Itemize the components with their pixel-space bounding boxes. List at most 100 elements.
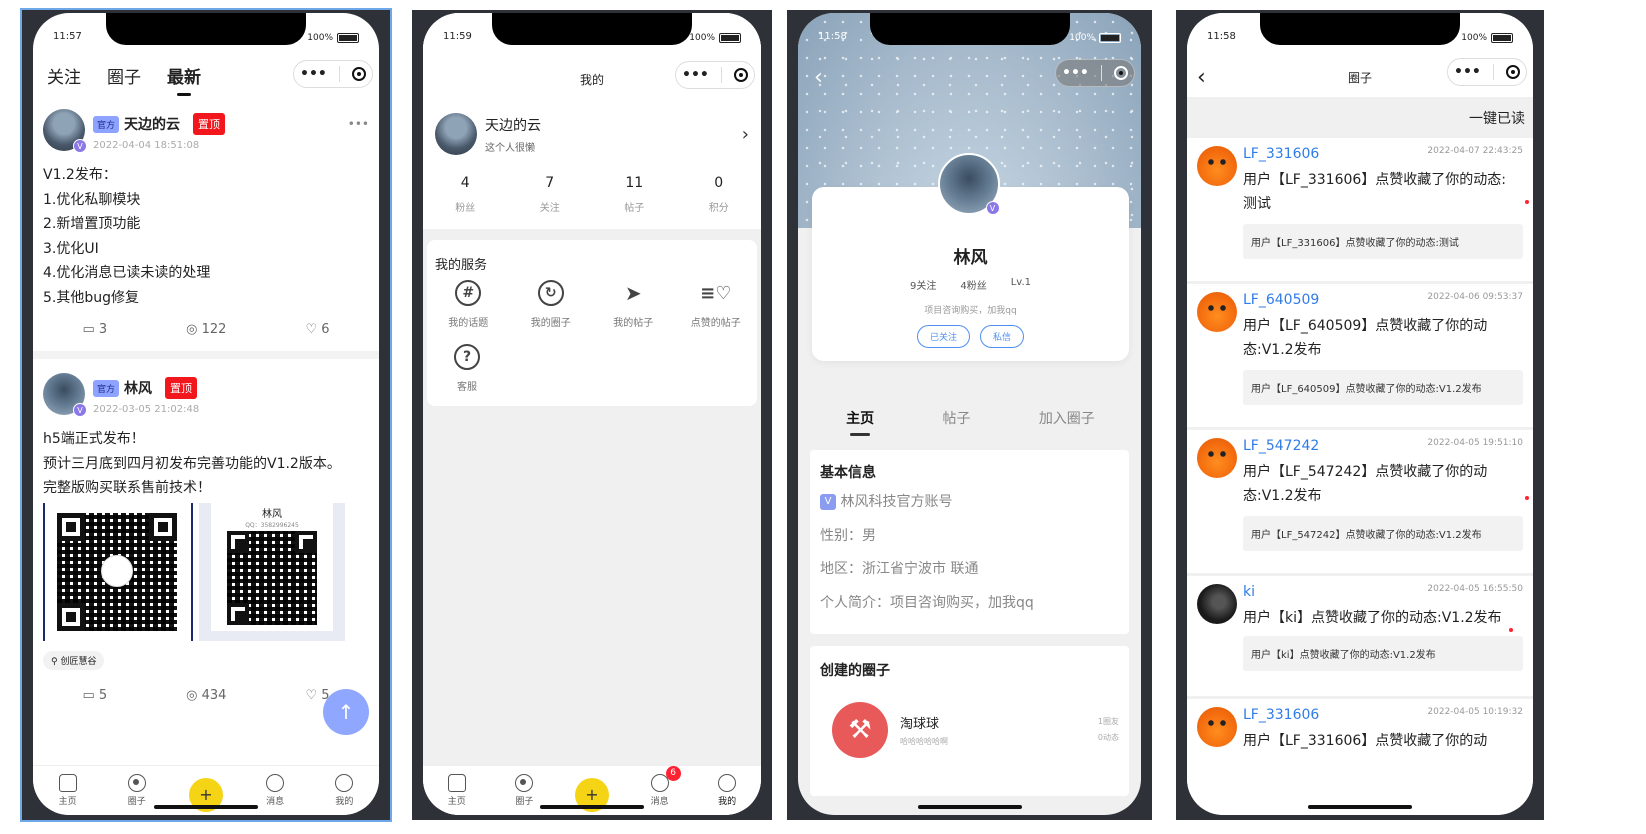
tab-mine[interactable]: 我的: [319, 774, 369, 807]
avatar[interactable]: [1197, 146, 1237, 186]
followed-button[interactable]: 已关注: [916, 325, 970, 348]
tab-messages[interactable]: 6 消息: [635, 766, 685, 807]
mini-program-capsule[interactable]: •••: [1055, 59, 1135, 87]
services-card: 我的服务 # 我的话题 ↻ 我的圈子 ➤ 我的帖子 ≡♡ 点赞的帖子 ? 客服: [427, 240, 757, 406]
tab-home-page[interactable]: 主页: [846, 408, 874, 436]
stat-follows[interactable]: 7 关注: [540, 175, 560, 214]
user-icon: [335, 774, 354, 792]
circle-icon: [127, 774, 146, 792]
post-content[interactable]: h5端正式发布！ 预计三月底到四月初发布完善功能的V1.2版本。 完整版购买联系…: [43, 427, 369, 501]
post-card[interactable]: V 官方 天边的云 置顶 ••• 2022-04-04 18:51:08 V1.…: [33, 109, 379, 359]
notification-user[interactable]: LF_547242: [1243, 438, 1319, 454]
profile-row[interactable]: 天边的云 这个人很懒 ›: [435, 113, 749, 155]
mini-program-capsule[interactable]: •••: [675, 61, 755, 89]
user-icon: [718, 774, 737, 792]
scroll-top-button[interactable]: ↑: [323, 689, 369, 735]
message-button[interactable]: 私信: [980, 325, 1025, 348]
fans-count[interactable]: 4粉丝: [960, 277, 986, 292]
battery-percent: 100%: [307, 33, 333, 43]
comment-count[interactable]: ▭ 5: [82, 688, 107, 703]
close-target-icon[interactable]: [1113, 66, 1128, 80]
back-arrow-icon[interactable]: ‹: [814, 65, 823, 90]
post-content[interactable]: V1.2发布： 1.优化私聊模块 2.新增置顶功能 3.优化UI 4.优化消息已…: [43, 163, 369, 310]
battery-percent: 100%: [689, 33, 715, 43]
service-support[interactable]: ? 客服: [427, 344, 507, 393]
avatar[interactable]: [1197, 438, 1237, 478]
like-count[interactable]: ♡ 6: [305, 322, 329, 337]
qr-card-image[interactable]: 林风 QQ：3582996245: [199, 502, 345, 641]
more-dots-icon[interactable]: •••: [300, 66, 327, 82]
author-name[interactable]: 天边的云: [124, 114, 180, 134]
more-dots-icon[interactable]: •••: [1454, 64, 1481, 80]
service-my-topics[interactable]: # 我的话题: [428, 280, 508, 329]
services-row-2: ? 客服: [427, 344, 507, 393]
scan-icon: [101, 554, 133, 587]
close-target-icon[interactable]: [351, 67, 366, 81]
tab-circle[interactable]: 圈子: [112, 774, 162, 807]
tab-home[interactable]: 主页: [43, 774, 93, 807]
view-count: ◎ 122: [186, 322, 226, 337]
close-target-icon[interactable]: [733, 68, 748, 82]
notification-item[interactable]: LF_331606 2022-04-05 10:19:32 用户【LF_33160…: [1187, 699, 1533, 815]
notch: [492, 13, 692, 45]
notification-user[interactable]: LF_331606: [1243, 707, 1319, 723]
qr-code-image[interactable]: [43, 502, 193, 641]
heart-icon: ♡: [305, 322, 322, 337]
more-options-icon[interactable]: •••: [348, 117, 369, 131]
avatar[interactable]: [435, 113, 477, 155]
basic-info-title: 基本信息: [820, 465, 876, 481]
stat-fans[interactable]: 4 粉丝: [455, 175, 475, 214]
notification-item[interactable]: LF_640509 2022-04-06 09:53:37 用户【LF_64050…: [1187, 284, 1533, 427]
avatar[interactable]: [1197, 707, 1237, 747]
tab-joined-circles[interactable]: 加入圈子: [1039, 408, 1095, 428]
notification-time: 2022-04-05 10:19:32: [1427, 707, 1523, 717]
avatar[interactable]: [1197, 584, 1237, 624]
comment-count-value: 3: [98, 322, 108, 337]
notification-text-line: 测试: [1243, 196, 1271, 212]
notification-user[interactable]: LF_640509: [1243, 292, 1319, 308]
location-tag[interactable]: ⚲ 创匠慧谷: [43, 650, 105, 670]
profile-name: 林风: [953, 248, 988, 268]
tab-mine[interactable]: 我的: [702, 774, 752, 807]
tab-messages[interactable]: 消息: [250, 774, 300, 807]
tab-home[interactable]: 主页: [432, 774, 482, 807]
service-my-posts[interactable]: ➤ 我的帖子: [593, 280, 673, 329]
notification-user[interactable]: ki: [1243, 584, 1255, 600]
mini-program-capsule[interactable]: •••: [293, 60, 373, 88]
comment-icon: ▭: [82, 322, 99, 337]
stat-posts[interactable]: 11 帖子: [624, 175, 644, 214]
tab-circle[interactable]: 圈子: [107, 63, 141, 88]
tab-posts[interactable]: 帖子: [942, 408, 970, 428]
service-my-circles[interactable]: ↻ 我的圈子: [511, 280, 591, 329]
mark-all-read-button[interactable]: 一键已读: [1469, 108, 1525, 128]
avatar[interactable]: V: [43, 373, 87, 417]
post-card[interactable]: V 官方 林风 置顶 2022-03-05 21:02:48 h5端正式发布！ …: [33, 373, 379, 723]
comment-count[interactable]: ▭ 3: [82, 322, 107, 337]
verified-icon: V: [985, 201, 1000, 215]
service-label: 点赞的帖子: [690, 318, 741, 329]
profile-avatar[interactable]: V: [937, 153, 1000, 215]
qr-card-qq: QQ：3582996245: [245, 521, 299, 529]
author-name[interactable]: 林风: [124, 378, 152, 398]
gavel-icon: ⚒: [832, 702, 888, 758]
stat-points[interactable]: 0 积分: [709, 175, 729, 214]
close-target-icon[interactable]: [1505, 65, 1520, 79]
avatar[interactable]: [1197, 292, 1237, 332]
service-liked-posts[interactable]: ≡♡ 点赞的帖子: [676, 280, 756, 330]
mini-program-capsule[interactable]: •••: [1447, 58, 1527, 86]
notification-item[interactable]: ki 2022-04-05 16:55:50 用户【ki】点赞收藏了你的动态:V1…: [1187, 576, 1533, 696]
pinned-badge: 置顶: [165, 377, 198, 399]
more-dots-icon[interactable]: •••: [682, 67, 709, 83]
notification-user[interactable]: LF_331606: [1243, 146, 1319, 162]
tab-latest[interactable]: 最新: [167, 63, 201, 96]
tab-circle[interactable]: 圈子: [499, 774, 549, 807]
notification-item[interactable]: LF_547242 2022-04-05 19:51:10 用户【LF_54724…: [1187, 430, 1533, 573]
tab-follow[interactable]: 关注: [47, 63, 81, 88]
more-dots-icon[interactable]: •••: [1062, 65, 1089, 81]
notification-item[interactable]: LF_331606 2022-04-07 22:43:25 用户【LF_33160…: [1187, 138, 1533, 281]
follow-count[interactable]: 9关注: [910, 277, 936, 292]
question-icon: ?: [454, 344, 480, 370]
circle-item[interactable]: ⚒ 淘球球 哈哈哈哈哈啊 1圈友 0动态: [832, 702, 1119, 758]
post-images[interactable]: 林风 QQ：3582996245: [43, 502, 369, 641]
avatar[interactable]: V: [43, 109, 87, 153]
